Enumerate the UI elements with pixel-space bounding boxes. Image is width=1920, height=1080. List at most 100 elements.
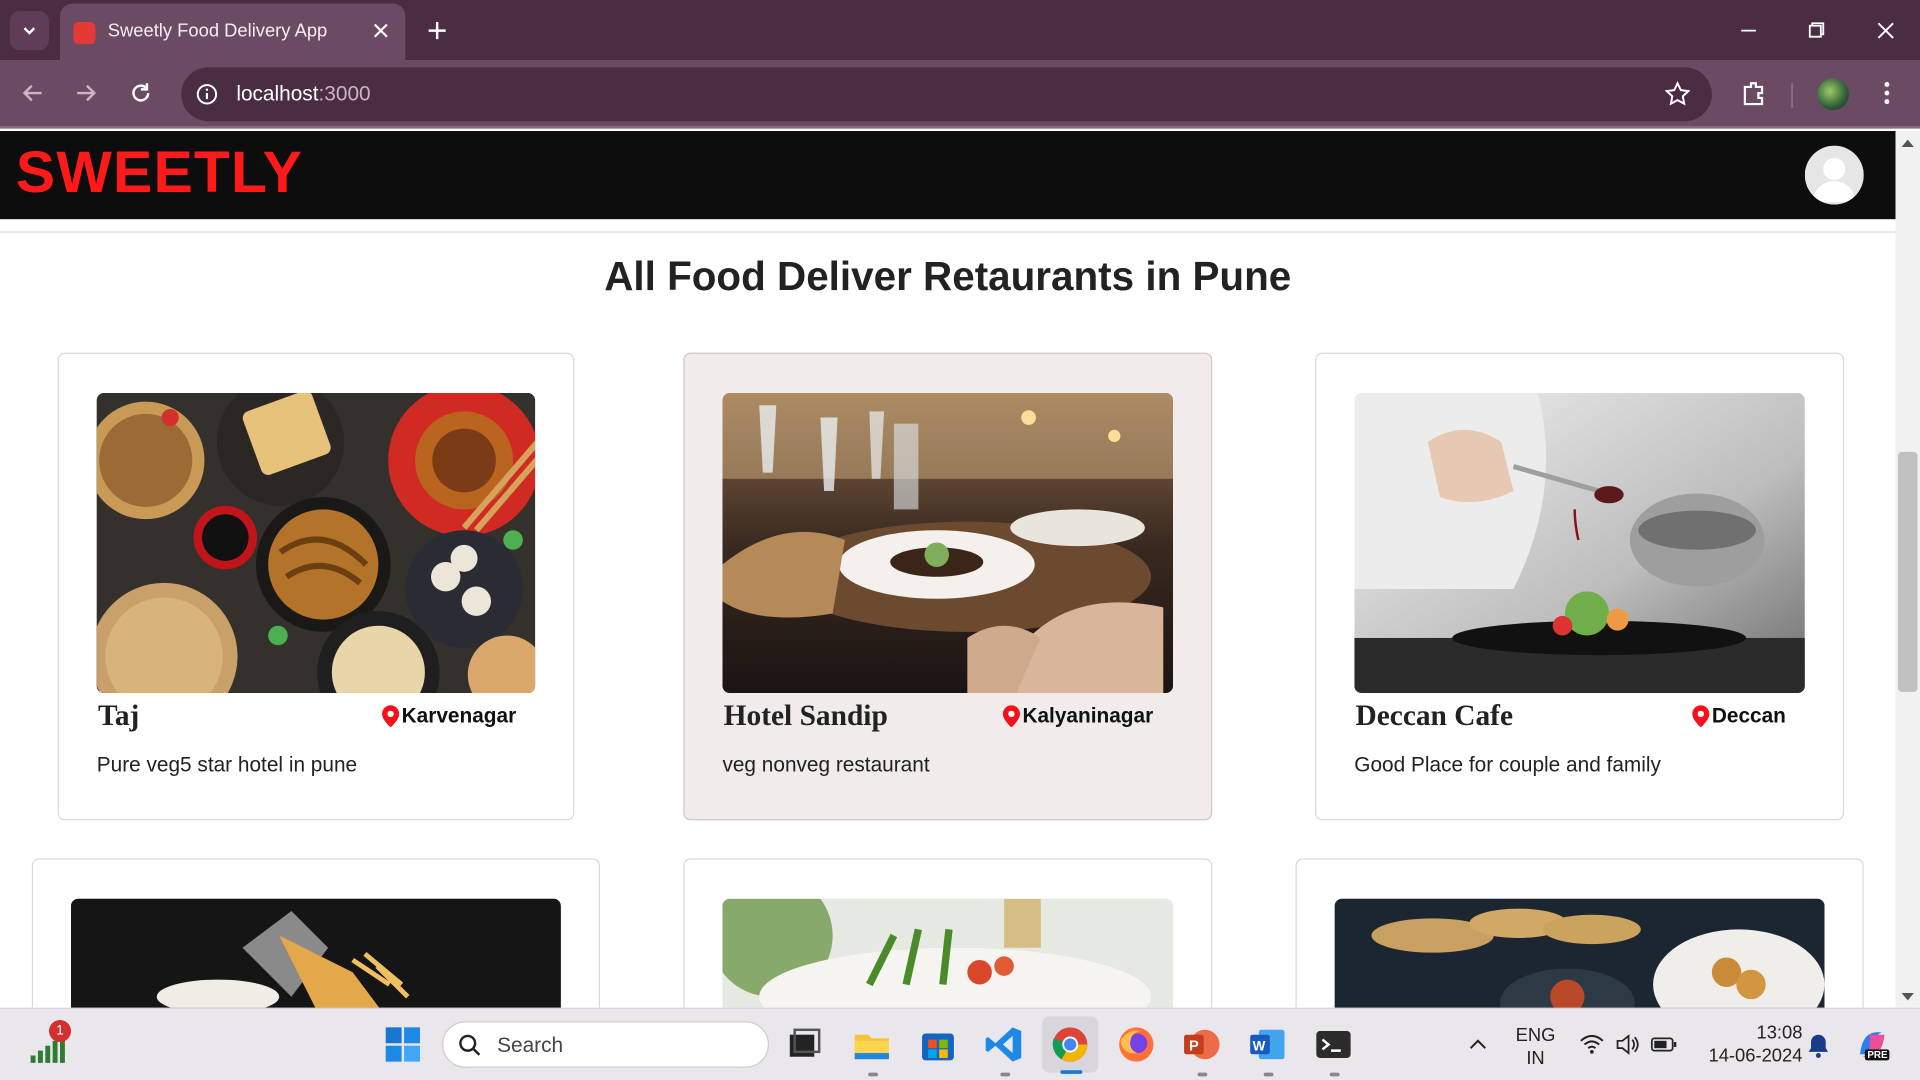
forward-arrow-icon[interactable]	[70, 77, 102, 109]
restaurant-name: Taj	[97, 700, 140, 733]
clock-time: 13:08	[1756, 1022, 1803, 1044]
restaurant-card[interactable]	[1295, 858, 1864, 1008]
chef-plating-photo	[1354, 393, 1805, 694]
notification-bell-icon[interactable]	[1806, 1032, 1830, 1059]
url-text[interactable]: localhost:3000	[236, 82, 370, 106]
bookmark-star-icon[interactable]	[1663, 80, 1692, 109]
location-text: Kalyaninagar	[1022, 704, 1154, 728]
new-tab-icon[interactable]	[424, 17, 451, 44]
restaurant-image	[722, 898, 1174, 1008]
widgets-button[interactable]: 1	[27, 1020, 72, 1068]
restaurant-name: Hotel Sandip	[723, 700, 888, 733]
page-scrollbar[interactable]	[1895, 131, 1920, 1008]
fries-photo	[71, 898, 561, 1008]
site-header: SWEETLY	[0, 131, 1896, 220]
restaurant-description: Good Place for couple and family	[1354, 753, 1661, 777]
restaurant-location: Karvenagar	[382, 704, 516, 728]
restaurant-image	[1334, 898, 1825, 1008]
browser-tab-active[interactable]: Sweetly Food Delivery App	[60, 3, 406, 61]
powerpoint-icon[interactable]: P	[1180, 1024, 1222, 1066]
powerpoint-running-indicator	[1197, 1072, 1208, 1077]
reload-icon[interactable]	[125, 77, 157, 109]
word-running-indicator	[1263, 1072, 1274, 1077]
site-info-icon[interactable]	[193, 81, 220, 108]
windows-start-icon[interactable]	[382, 1024, 424, 1066]
url-host: localhost	[236, 82, 319, 106]
location-pin-icon	[1692, 705, 1710, 728]
restaurant-location: Deccan	[1692, 704, 1786, 728]
clock[interactable]: 13:08 14-06-2024	[1695, 1021, 1803, 1068]
extensions-icon[interactable]	[1738, 77, 1770, 109]
copilot-badge: PRE	[1864, 1049, 1890, 1061]
browser-tab-bar: Sweetly Food Delivery App	[0, 0, 1920, 61]
language-code: ENG	[1515, 1024, 1556, 1046]
file-explorer-running-indicator	[868, 1072, 878, 1077]
profile-avatar[interactable]	[1817, 78, 1849, 111]
restaurant-location: Kalyaninagar	[1002, 704, 1154, 728]
chrome-taskbar-button[interactable]	[1042, 1016, 1099, 1074]
battery-icon[interactable]	[1649, 1032, 1678, 1056]
chrome-icon	[1052, 1027, 1088, 1062]
taskbar-search[interactable]: Search	[442, 1021, 769, 1068]
close-window-icon[interactable]	[1870, 15, 1902, 47]
address-bar[interactable]: localhost:3000	[181, 67, 1712, 122]
restaurant-image	[1354, 393, 1805, 694]
location-pin-icon	[1002, 705, 1021, 728]
restaurant-card[interactable]: Deccan Cafe Deccan Good Place for couple…	[1315, 352, 1845, 821]
terminal-running-indicator	[1329, 1072, 1340, 1077]
seafood-photo	[1334, 898, 1825, 1008]
chrome-active-indicator	[1060, 1070, 1083, 1074]
windows-taskbar: 1 Search P W ENG IN 13:08 14-06-2024 PRE	[0, 1007, 1920, 1080]
toolbar-divider	[1791, 83, 1793, 108]
vscode-running-indicator	[1000, 1072, 1011, 1077]
user-avatar[interactable]	[1804, 145, 1864, 205]
site-favicon	[73, 22, 96, 45]
chevron-up-icon[interactable]	[1467, 1033, 1489, 1055]
close-tab-icon[interactable]	[370, 20, 392, 42]
url-port: :3000	[318, 82, 371, 106]
location-text: Karvenagar	[401, 704, 517, 728]
microsoft-store-icon[interactable]	[917, 1024, 959, 1066]
file-explorer-icon[interactable]	[851, 1024, 893, 1066]
asian-dishes-photo	[96, 393, 536, 694]
minimize-icon[interactable]	[1733, 15, 1765, 47]
region-code: IN	[1526, 1048, 1545, 1069]
browser-toolbar: localhost:3000	[0, 60, 1920, 129]
vscode-icon[interactable]	[983, 1024, 1025, 1066]
restore-icon[interactable]	[1800, 15, 1832, 47]
scrollbar-thumb[interactable]	[1897, 451, 1918, 692]
restaurant-card[interactable]: Hotel Sandip Kalyaninagar veg nonveg res…	[683, 352, 1213, 821]
page-title: All Food Deliver Retaurants in Pune	[604, 253, 1292, 299]
search-placeholder: Search	[497, 1033, 564, 1057]
firefox-icon[interactable]	[1116, 1024, 1158, 1066]
restaurant-card[interactable]	[31, 858, 601, 1008]
restaurant-card[interactable]: Taj Karvenagar Pure veg5 star hotel in p…	[57, 352, 575, 821]
restaurant-name: Deccan Cafe	[1355, 700, 1514, 733]
scroll-down-arrow-icon[interactable]	[1900, 991, 1915, 1003]
copilot-button[interactable]: PRE	[1853, 1025, 1892, 1064]
page-viewport: SWEETLY All Food Deliver Retaurants in P…	[0, 131, 1896, 1008]
salad-photo	[722, 898, 1174, 1008]
restaurant-card[interactable]	[683, 858, 1213, 1008]
clock-date: 14-06-2024	[1708, 1045, 1803, 1067]
location-pin-icon	[382, 705, 400, 728]
restaurant-image	[722, 393, 1174, 694]
back-arrow-icon[interactable]	[17, 77, 49, 109]
task-view-icon[interactable]	[784, 1024, 826, 1066]
location-text: Deccan	[1711, 704, 1786, 728]
tab-search-button[interactable]	[9, 11, 49, 51]
chevron-down-icon	[23, 27, 36, 35]
scroll-up-arrow-icon[interactable]	[1900, 137, 1915, 149]
volume-icon[interactable]	[1614, 1032, 1641, 1056]
svg-text:W: W	[1253, 1039, 1266, 1054]
restaurant-description: veg nonveg restaurant	[722, 753, 930, 777]
screen: Sweetly Food Delivery App localhost:3000…	[0, 0, 1920, 1080]
site-logo[interactable]: SWEETLY	[16, 140, 303, 207]
word-icon[interactable]: W	[1247, 1024, 1289, 1066]
language-indicator[interactable]: ENG IN	[1511, 1024, 1560, 1071]
terminal-icon[interactable]	[1313, 1024, 1355, 1066]
restaurant-image	[71, 898, 561, 1008]
wifi-icon[interactable]	[1578, 1032, 1605, 1056]
fine-dining-photo	[722, 393, 1174, 694]
more-menu-icon[interactable]	[1871, 77, 1903, 109]
